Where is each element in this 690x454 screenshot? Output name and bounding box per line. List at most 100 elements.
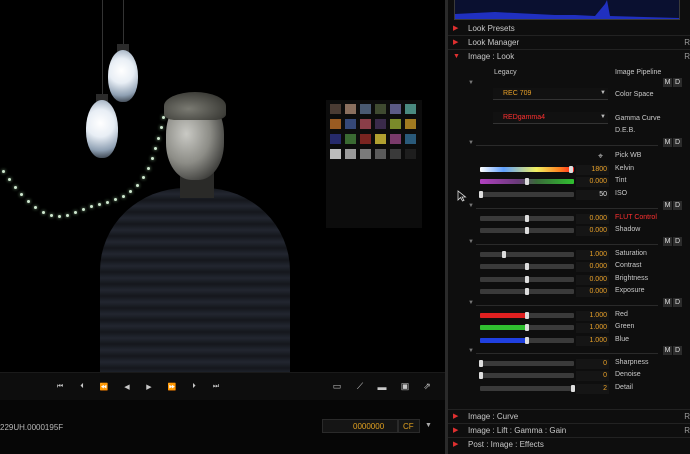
color-space-dropdown[interactable]: REC 709 ▼ [493,88,608,100]
step-back-icon[interactable]: ⏴ [74,381,90,393]
monitor-icon[interactable]: ▭ [329,380,345,393]
eyedropper-icon[interactable]: ⌖ [598,151,603,162]
timecode-field[interactable]: 0000000 [322,419,398,433]
export-icon[interactable]: ⇗ [419,380,435,393]
slider-track[interactable] [478,372,574,380]
collapse-icon[interactable]: ▼ [468,140,474,146]
d-button[interactable]: D [673,78,682,87]
value-field[interactable]: 0.000 [576,274,609,285]
collapse-icon[interactable]: ▼ [468,348,474,354]
slider-knob[interactable] [525,288,529,296]
slider-track[interactable] [478,190,574,198]
m-button[interactable]: M [663,138,672,147]
value-field[interactable]: 0.000 [576,177,609,188]
slider-knob[interactable] [525,312,529,319]
value-field[interactable]: 1800 [576,165,609,175]
skip-to-end-icon[interactable]: ⏭ [208,381,224,393]
rewind-icon[interactable]: ⏪ [96,381,112,393]
m-button[interactable]: M [663,201,672,210]
value-field[interactable]: 2 [576,383,609,394]
slider-track[interactable] [480,384,576,392]
slider-knob[interactable] [478,190,483,198]
divider [476,145,658,146]
slider-track[interactable] [480,275,574,283]
collapse-icon[interactable]: ▼ [468,203,474,209]
slider-knob[interactable] [525,178,529,186]
section-look-presets[interactable]: ▶ Look Presets [448,22,690,34]
slider-knob[interactable] [571,384,576,392]
gamma-curve-value: REDgamma4 [503,114,546,121]
slider-track[interactable] [478,360,574,367]
value-field[interactable]: 0.000 [576,214,609,224]
slider-track[interactable] [480,215,574,222]
value-field[interactable]: 50 [576,189,609,200]
d-button[interactable]: D [673,138,682,147]
value-field[interactable]: 0 [576,371,609,382]
play-icon[interactable]: ▶ [141,381,157,393]
value-field[interactable]: 1.000 [576,323,609,334]
value-field[interactable]: 1.000 [576,250,609,260]
value-field[interactable]: 0.000 [576,226,609,237]
slider-knob[interactable] [525,336,529,344]
slider-knob[interactable] [525,263,529,271]
video-viewer[interactable]: ⏮ ⏴ ⏪ ◀ ▶ ⏩ ⏵ ⏭ ▭ ⟋ ▬ ▣ ⇗ 229UH.0000195F 0000000 CF … [0,0,445,454]
aspect-icon[interactable]: ▣ [397,380,413,393]
m-button[interactable]: M [663,298,672,307]
slider-label: Detail [615,383,633,391]
m-button[interactable]: M [663,78,672,87]
play-reverse-icon[interactable]: ◀ [119,381,135,393]
widescreen-icon[interactable]: ▬ [374,380,390,393]
d-button[interactable]: D [673,201,682,210]
slider-knob[interactable] [525,215,529,222]
value-field[interactable]: 0.000 [576,287,609,298]
gamma-curve-dropdown[interactable]: REDgamma4 ▼ [493,112,608,124]
slider-knob[interactable] [478,372,483,380]
slider-row-sharpness: 0 Sharpness [448,358,690,370]
chevron-down-icon[interactable]: ▼ [422,419,436,433]
slider-knob[interactable] [478,360,483,367]
skip-to-start-icon[interactable]: ⏮ [52,381,68,393]
video-frame[interactable] [0,0,445,372]
stylus-icon[interactable]: ⟋ [352,380,368,393]
d-button[interactable]: D [673,346,682,355]
slider-track[interactable] [480,263,574,271]
slider-track[interactable] [480,166,574,173]
slider-track[interactable] [480,324,574,332]
collapse-icon[interactable]: ▼ [468,80,474,86]
slider-track[interactable] [480,288,574,296]
slider-knob[interactable] [525,324,529,332]
collapse-icon[interactable]: ▼ [468,239,474,245]
slider-track[interactable] [480,336,574,344]
step-forward-icon[interactable]: ⏵ [186,381,202,393]
value-field[interactable]: 0 [576,359,609,369]
slider-track[interactable] [480,251,574,258]
string-light-bulb [8,178,11,181]
section-marker: R [684,425,690,435]
slider-knob[interactable] [525,227,529,235]
media-field[interactable]: CF [398,419,420,433]
value-field[interactable]: 0.000 [576,262,609,273]
collapse-icon[interactable]: ▼ [468,300,474,306]
value-field[interactable]: 1.000 [576,335,609,346]
m-button[interactable]: M [663,346,672,355]
value-field[interactable]: 1.000 [576,311,609,321]
d-button[interactable]: D [673,298,682,307]
section-image-look[interactable]: ▼ Image : Look R [448,50,690,62]
section-look-manager[interactable]: ▶ Look Manager R [448,36,690,48]
slider-row-blue: 1.000 Blue [448,335,690,347]
d-button[interactable]: D [673,237,682,246]
string-light-bulb [90,205,93,208]
md-buttons: MD [663,78,682,87]
fast-forward-icon[interactable]: ⏩ [164,381,180,393]
slider-track[interactable] [480,227,574,235]
slider-track[interactable] [480,312,574,319]
slider-knob[interactable] [569,166,574,173]
slider-knob[interactable] [501,251,506,258]
string-light-bulb [14,186,17,189]
section-image-lgg[interactable]: ▶ Image : Lift : Gamma : Gain R [448,424,690,436]
slider-knob[interactable] [525,275,529,283]
m-button[interactable]: M [663,237,672,246]
section-image-curve[interactable]: ▶ Image : Curve R [448,410,690,422]
section-post-effects[interactable]: ▶ Post : Image : Effects [448,438,690,450]
slider-track[interactable] [480,178,574,186]
